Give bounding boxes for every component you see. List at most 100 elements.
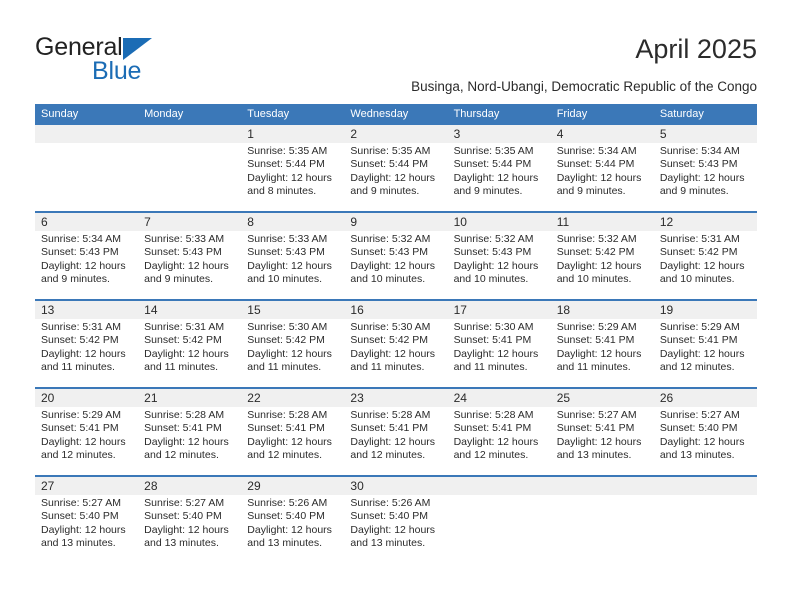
day-cell-6[interactable]: Sunrise: 5:34 AM Sunset: 5:43 PM Daylight:… [35,231,138,299]
day-number-9[interactable]: 9 [344,213,447,231]
day-cell-8[interactable]: Sunrise: 5:33 AM Sunset: 5:43 PM Daylight:… [241,231,344,299]
day-number-15[interactable]: 15 [241,301,344,319]
daylight-text: and 13 minutes. [556,449,632,462]
sunrise-text: Sunrise: 5:32 AM [350,233,431,245]
day-number-13[interactable]: 13 [35,301,138,319]
daylight-text: Daylight: 12 hours [659,435,745,448]
daylight-text: Daylight: 12 hours [556,435,642,448]
sunset-text: Sunset: 5:41 PM [41,422,119,435]
sunset-text: Sunset: 5:40 PM [41,510,119,523]
daylight-text: Daylight: 12 hours [41,435,126,448]
day-number-26[interactable]: 26 [654,389,757,407]
sunrise-text: Sunrise: 5:27 AM [144,497,225,509]
day-cell-17[interactable]: Sunrise: 5:30 AM Sunset: 5:41 PM Daylight:… [448,319,551,387]
weekday-header-tuesday: Tuesday [247,108,290,120]
day-number-30[interactable]: 30 [344,477,447,495]
day-number-7[interactable]: 7 [138,213,241,231]
day-cell-4[interactable]: Sunrise: 5:34 AM Sunset: 5:44 PM Daylight:… [551,143,654,211]
day-number-20[interactable]: 20 [35,389,138,407]
day-number-29[interactable]: 29 [241,477,344,495]
sunrise-text: Sunrise: 5:32 AM [453,233,534,245]
day-number-18[interactable]: 18 [551,301,654,319]
week-day-number-band: 27 28 29 30 [35,477,757,495]
day-cell-25[interactable]: Sunrise: 5:27 AM Sunset: 5:41 PM Daylight:… [551,407,654,475]
day-cell-5[interactable]: Sunrise: 5:34 AM Sunset: 5:43 PM Daylight:… [654,143,757,211]
day-cell-24[interactable]: Sunrise: 5:28 AM Sunset: 5:41 PM Daylight:… [448,407,551,475]
daylight-text: and 13 minutes. [144,537,219,550]
daylight-text: and 12 minutes. [350,449,426,462]
day-number-22[interactable]: 22 [241,389,344,407]
generalblue-logo[interactable]: General Blue [35,33,215,85]
sunrise-text: Sunrise: 5:34 AM [659,145,740,157]
daylight-text: and 13 minutes. [41,537,116,550]
calendar-weeks: 1 2 3 4 5 Sunrise: 5:35 AM Sunset: 5:44 PM Dayl… [35,125,757,563]
day-number-23[interactable]: 23 [344,389,447,407]
day-cell-9[interactable]: Sunrise: 5:32 AM Sunset: 5:43 PM Daylight:… [344,231,447,299]
day-number-19[interactable]: 19 [654,301,757,319]
day-cell-20[interactable]: Sunrise: 5:29 AM Sunset: 5:41 PM Daylight:… [35,407,138,475]
sunrise-text: Sunrise: 5:27 AM [556,409,637,421]
day-cell-27[interactable]: Sunrise: 5:27 AM Sunset: 5:40 PM Daylight:… [35,495,138,563]
day-cell-16[interactable]: Sunrise: 5:30 AM Sunset: 5:42 PM Daylight:… [344,319,447,387]
day-cell-12[interactable]: Sunrise: 5:31 AM Sunset: 5:42 PM Daylight:… [654,231,757,299]
day-number-2[interactable]: 2 [344,125,447,143]
day-cell-29[interactable]: Sunrise: 5:26 AM Sunset: 5:40 PM Daylight:… [241,495,344,563]
day-cell-1[interactable]: Sunrise: 5:35 AM Sunset: 5:44 PM Daylight:… [241,143,344,211]
daylight-text: and 10 minutes. [350,273,426,286]
day-cell-2[interactable]: Sunrise: 5:35 AM Sunset: 5:44 PM Daylight:… [344,143,447,211]
daylight-text: Daylight: 12 hours [144,347,229,360]
day-number-8[interactable]: 8 [241,213,344,231]
sunset-text: Sunset: 5:41 PM [247,422,325,435]
day-number-14[interactable]: 14 [138,301,241,319]
day-number-empty [35,125,138,143]
day-cell-11[interactable]: Sunrise: 5:32 AM Sunset: 5:42 PM Daylight:… [551,231,654,299]
day-cell-23[interactable]: Sunrise: 5:28 AM Sunset: 5:41 PM Daylight:… [344,407,447,475]
day-number-28[interactable]: 28 [138,477,241,495]
daylight-text: and 9 minutes. [350,185,420,198]
day-number-16[interactable]: 16 [344,301,447,319]
sunrise-text: Sunrise: 5:35 AM [453,145,534,157]
day-number-24[interactable]: 24 [448,389,551,407]
day-cell-7[interactable]: Sunrise: 5:33 AM Sunset: 5:43 PM Daylight:… [138,231,241,299]
day-cell-13[interactable]: Sunrise: 5:31 AM Sunset: 5:42 PM Daylight:… [35,319,138,387]
day-cell-19[interactable]: Sunrise: 5:29 AM Sunset: 5:41 PM Daylight:… [654,319,757,387]
day-cell-14[interactable]: Sunrise: 5:31 AM Sunset: 5:42 PM Daylight:… [138,319,241,387]
day-number-3[interactable]: 3 [448,125,551,143]
day-number-1[interactable]: 1 [241,125,344,143]
day-number-10[interactable]: 10 [448,213,551,231]
daylight-text: and 12 minutes. [453,449,529,462]
day-number-5[interactable]: 5 [654,125,757,143]
day-cell-22[interactable]: Sunrise: 5:28 AM Sunset: 5:41 PM Daylight:… [241,407,344,475]
day-cell-26[interactable]: Sunrise: 5:27 AM Sunset: 5:40 PM Daylight:… [654,407,757,475]
day-number-empty [448,477,551,495]
week-detail-band: Sunrise: 5:29 AM Sunset: 5:41 PM Daylight:… [35,407,757,475]
day-number-17[interactable]: 17 [448,301,551,319]
daylight-text: and 9 minutes. [453,185,523,198]
daylight-text: Daylight: 12 hours [453,347,539,360]
sunrise-text: Sunrise: 5:32 AM [556,233,637,245]
day-cell-10[interactable]: Sunrise: 5:32 AM Sunset: 5:43 PM Daylight:… [448,231,551,299]
day-cell-18[interactable]: Sunrise: 5:29 AM Sunset: 5:41 PM Daylight:… [551,319,654,387]
day-cell-21[interactable]: Sunrise: 5:28 AM Sunset: 5:41 PM Daylight:… [138,407,241,475]
page-subtitle: Businga, Nord-Ubangi, Democratic Republi… [411,79,757,94]
day-number-12[interactable]: 12 [654,213,757,231]
day-cell-15[interactable]: Sunrise: 5:30 AM Sunset: 5:42 PM Daylight:… [241,319,344,387]
day-number-6[interactable]: 6 [35,213,138,231]
day-number-4[interactable]: 4 [551,125,654,143]
day-cell-30[interactable]: Sunrise: 5:26 AM Sunset: 5:40 PM Daylight:… [344,495,447,563]
daylight-text: and 13 minutes. [659,449,735,462]
day-number-27[interactable]: 27 [35,477,138,495]
day-number-11[interactable]: 11 [551,213,654,231]
day-cell-3[interactable]: Sunrise: 5:35 AM Sunset: 5:44 PM Daylight:… [448,143,551,211]
sunrise-text: Sunrise: 5:35 AM [247,145,328,157]
daylight-text: Daylight: 12 hours [247,435,332,448]
day-cell-empty [448,495,551,563]
day-number-empty [551,477,654,495]
page-title: April 2025 [635,34,757,64]
sunset-text: Sunset: 5:41 PM [453,334,532,347]
day-number-21[interactable]: 21 [138,389,241,407]
day-number-25[interactable]: 25 [551,389,654,407]
day-cell-28[interactable]: Sunrise: 5:27 AM Sunset: 5:40 PM Daylight:… [138,495,241,563]
daylight-text: Daylight: 12 hours [247,347,332,360]
sunrise-text: Sunrise: 5:31 AM [659,233,740,245]
